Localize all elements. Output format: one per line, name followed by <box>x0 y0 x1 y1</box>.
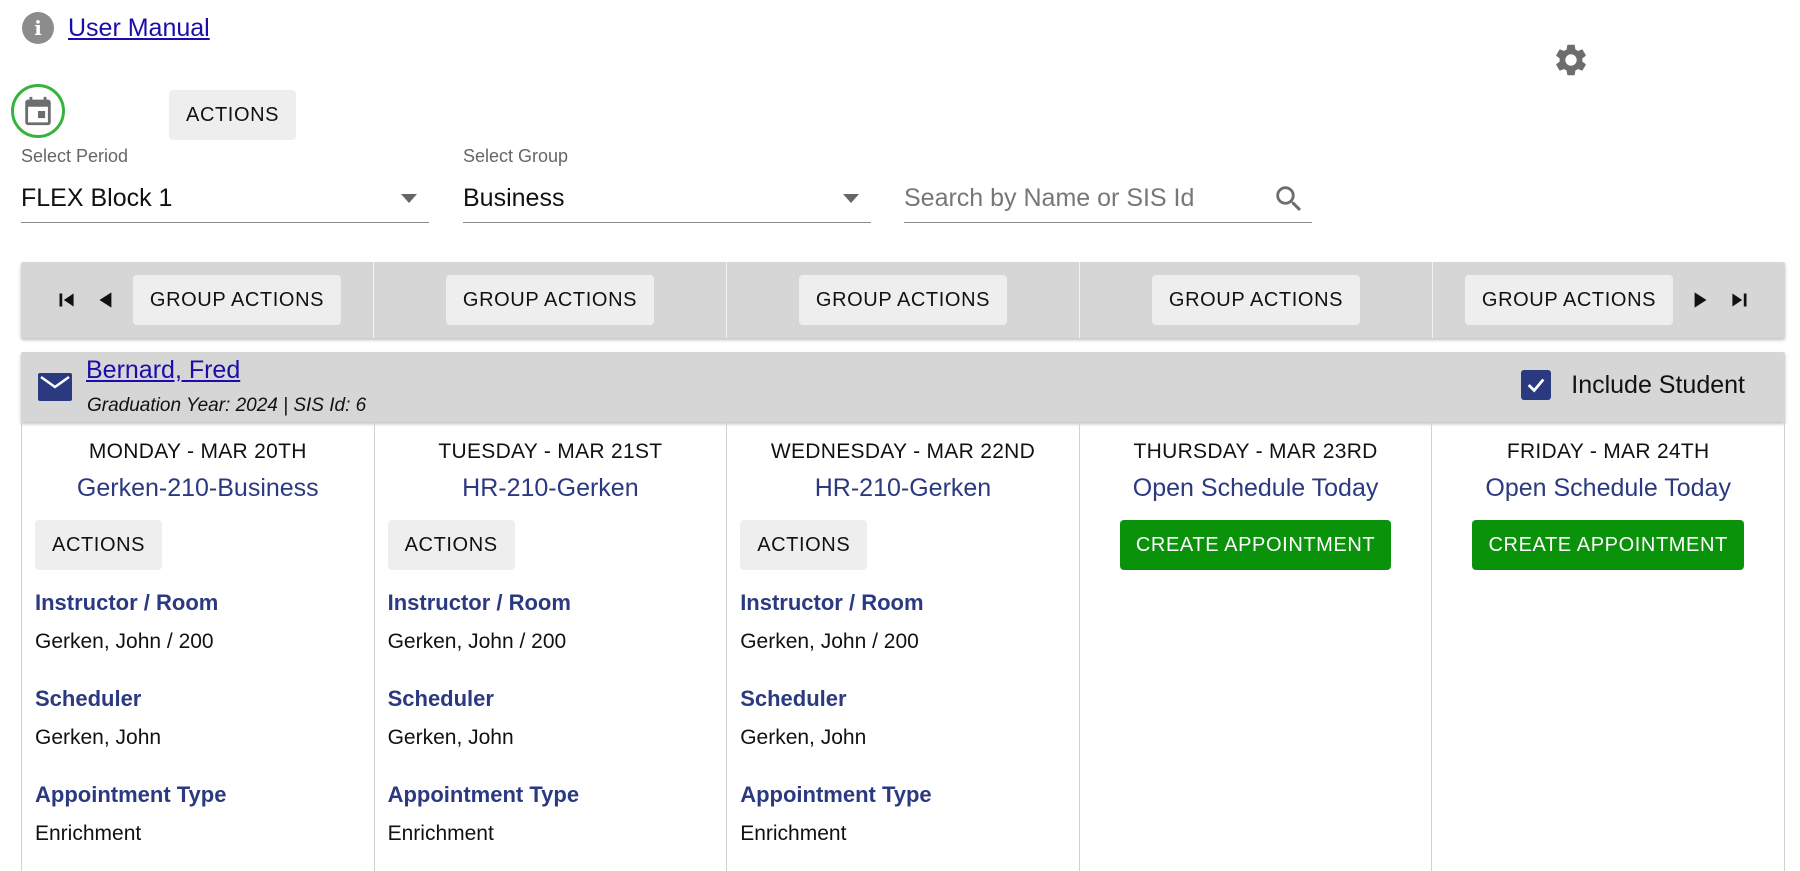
calendar-button[interactable] <box>11 84 65 138</box>
day-column-wednesday: WEDNESDAY - MAR 22ND HR-210-Gerken ACTIO… <box>727 422 1080 871</box>
instructor-value: Gerken, John / 200 <box>35 630 214 653</box>
group-actions-bar: GROUP ACTIONS GROUP ACTIONS GROUP ACTION… <box>21 262 1785 338</box>
appointment-type-label: Appointment Type <box>35 782 227 807</box>
appointment-type-value: Enrichment <box>740 822 847 845</box>
group-actions-button[interactable]: GROUP ACTIONS <box>445 275 655 325</box>
scheduler-value: Gerken, John <box>387 726 514 749</box>
search-placeholder: Search by Name or SIS Id <box>904 184 1195 212</box>
group-cell: GROUP ACTIONS <box>1080 262 1433 338</box>
last-page-icon[interactable] <box>1727 287 1753 313</box>
calendar-icon <box>25 96 51 126</box>
group-cell: GROUP ACTIONS <box>374 262 727 338</box>
mail-icon[interactable] <box>38 373 72 401</box>
chevron-down-icon <box>401 194 417 203</box>
top-bar: i User Manual <box>22 12 210 44</box>
user-manual-link[interactable]: User Manual <box>68 14 210 43</box>
appointment-type-label: Appointment Type <box>387 782 580 807</box>
period-select[interactable]: Select Period FLEX Block 1 <box>21 146 429 223</box>
day-subtitle: Open Schedule Today <box>1132 474 1379 502</box>
group-actions-button[interactable]: GROUP ACTIONS <box>1151 275 1361 325</box>
group-value: Business <box>463 184 565 212</box>
day-column-thursday: THURSDAY - MAR 23RD Open Schedule Today … <box>1080 422 1433 871</box>
student-name-link[interactable]: Bernard, Fred <box>86 356 240 385</box>
appointment-type-value: Enrichment <box>35 822 142 845</box>
instructor-label: Instructor / Room <box>740 590 924 615</box>
appointment-type-value: Enrichment <box>387 822 494 845</box>
day-actions-button[interactable]: ACTIONS <box>35 520 163 570</box>
chevron-down-icon <box>843 194 859 203</box>
scheduler-label: Scheduler <box>740 686 847 711</box>
scheduler-value: Gerken, John <box>35 726 162 749</box>
period-value: FLEX Block 1 <box>21 184 173 212</box>
day-title: THURSDAY - MAR 23RD <box>1133 440 1378 463</box>
day-actions-button[interactable]: ACTIONS <box>740 520 868 570</box>
student-meta: Graduation Year: 2024 | SIS Id: 6 <box>87 395 367 416</box>
gear-icon[interactable] <box>1552 41 1590 79</box>
group-select[interactable]: Select Group Business <box>463 146 871 223</box>
search-input[interactable]: Search by Name or SIS Id <box>904 175 1312 223</box>
day-title: MONDAY - MAR 20TH <box>88 440 307 463</box>
student-bar: Bernard, Fred Graduation Year: 2024 | SI… <box>21 352 1785 422</box>
scheduler-label: Scheduler <box>35 686 142 711</box>
day-columns: MONDAY - MAR 20TH Gerken-210-Business AC… <box>21 422 1785 871</box>
include-student-checkbox[interactable] <box>1521 370 1552 400</box>
day-column-monday: MONDAY - MAR 20TH Gerken-210-Business AC… <box>21 422 375 871</box>
first-page-icon[interactable] <box>53 287 79 313</box>
group-actions-button[interactable]: GROUP ACTIONS <box>798 275 1008 325</box>
instructor-label: Instructor / Room <box>387 590 571 615</box>
include-student-toggle[interactable]: Include Student <box>1521 370 1745 400</box>
group-cell: GROUP ACTIONS <box>1433 262 1785 338</box>
group-label: Select Group <box>463 146 569 166</box>
day-subtitle[interactable]: HR-210-Gerken <box>375 474 727 503</box>
next-icon[interactable] <box>1687 287 1713 313</box>
group-actions-button[interactable]: GROUP ACTIONS <box>1464 275 1674 325</box>
day-title: WEDNESDAY - MAR 22ND <box>770 440 1036 463</box>
instructor-value: Gerken, John / 200 <box>387 630 567 653</box>
day-subtitle[interactable]: Gerken-210-Business <box>22 474 374 503</box>
day-actions-button[interactable]: ACTIONS <box>387 520 515 570</box>
info-icon: i <box>22 12 54 44</box>
instructor-label: Instructor / Room <box>35 590 219 615</box>
group-cell: GROUP ACTIONS <box>727 262 1080 338</box>
period-label: Select Period <box>21 146 129 166</box>
day-subtitle: Open Schedule Today <box>1485 474 1731 502</box>
group-cell: GROUP ACTIONS <box>21 262 374 338</box>
scheduler-value: Gerken, John <box>740 726 867 749</box>
appointment-type-label: Appointment Type <box>740 782 932 807</box>
top-actions-button[interactable]: ACTIONS <box>169 90 297 140</box>
day-column-tuesday: TUESDAY - MAR 21ST HR-210-Gerken ACTIONS… <box>375 422 728 871</box>
day-column-friday: FRIDAY - MAR 24TH Open Schedule Today CR… <box>1432 422 1785 871</box>
instructor-value: Gerken, John / 200 <box>740 630 919 653</box>
check-icon <box>1527 378 1545 393</box>
day-title: FRIDAY - MAR 24TH <box>1506 440 1710 463</box>
scheduler-label: Scheduler <box>387 686 494 711</box>
previous-icon[interactable] <box>93 287 119 313</box>
day-title: TUESDAY - MAR 21ST <box>438 440 663 463</box>
include-student-label: Include Student <box>1571 370 1745 399</box>
day-subtitle[interactable]: HR-210-Gerken <box>727 474 1079 503</box>
group-actions-button[interactable]: GROUP ACTIONS <box>132 275 342 325</box>
search-icon[interactable] <box>1272 182 1306 216</box>
create-appointment-button[interactable]: CREATE APPOINTMENT <box>1119 520 1392 570</box>
create-appointment-button[interactable]: CREATE APPOINTMENT <box>1472 520 1744 570</box>
